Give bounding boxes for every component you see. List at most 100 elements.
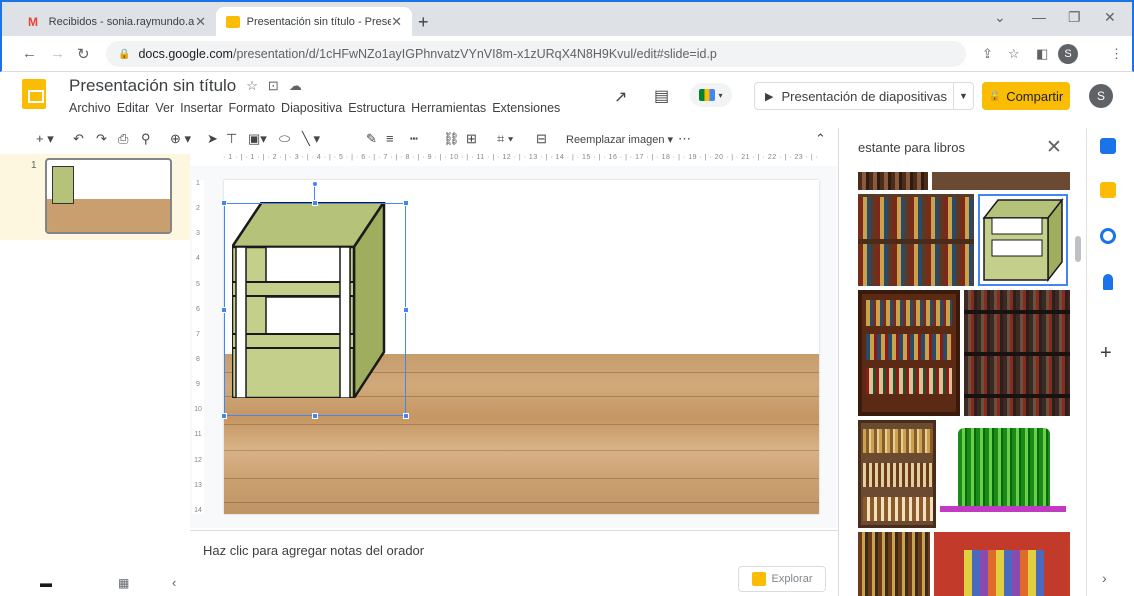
filmstrip-view-icon[interactable]: ▬ [40,576,52,590]
undo-icon[interactable]: ↶ [73,131,84,147]
close-tab-icon[interactable]: ✕ [391,14,402,30]
menu-diapositiva[interactable]: Diapositiva [281,101,342,115]
resize-handle[interactable] [221,413,227,419]
present-button[interactable]: ▶ Presentación de diapositivas ▼ [754,82,974,110]
zoom-icon[interactable]: ⊕ ▾ [170,131,191,147]
new-tab-button[interactable]: + [418,12,429,33]
search-result-image[interactable] [964,290,1070,416]
menu-editar[interactable]: Editar [117,101,150,115]
calendar-icon[interactable] [1100,138,1116,154]
url-field[interactable]: 🔒 docs.google.com /presentation/d/1cHFwN… [106,41,966,67]
side-panel-icon[interactable]: ◧ [1036,46,1048,62]
ruler-tick: 12 [194,456,202,464]
ruler-tick: 8 [196,355,200,363]
menu-formato[interactable]: Formato [229,101,276,115]
comments-icon[interactable]: ▤ [654,86,669,106]
star-icon[interactable]: ☆ [246,78,258,94]
menu-herramientas[interactable]: Herramientas [411,101,486,115]
add-addon-icon[interactable]: + [1100,342,1112,365]
share-button[interactable]: 🔒 Compartir [982,82,1070,110]
search-result-image[interactable] [858,532,930,596]
comment-add-icon[interactable]: ⊞ [466,131,477,147]
menu-bar: Archivo Editar Ver Insertar Formato Diap… [69,101,560,115]
browser-menu-icon[interactable]: ⋮ [1110,46,1123,62]
redo-icon[interactable]: ↷ [96,131,107,147]
menu-archivo[interactable]: Archivo [69,101,111,115]
resize-handle[interactable] [403,413,409,419]
user-avatar[interactable]: S [1089,84,1113,108]
link-icon[interactable]: ⛓ [443,131,460,147]
speaker-notes-placeholder[interactable]: Haz clic para agregar notas del orador [203,543,424,558]
image-options-icon[interactable]: ⊟ [536,131,547,147]
crop-icon[interactable]: ⌗ ▾ [497,131,513,147]
print-icon[interactable]: ⎙ [118,131,128,147]
menu-insertar[interactable]: Insertar [180,101,222,115]
new-slide-icon[interactable]: + ▾ [36,131,54,147]
forward-icon[interactable]: → [50,45,65,62]
close-panel-icon[interactable]: ✕ [1046,136,1062,159]
contacts-icon[interactable] [1103,274,1113,290]
search-result-image[interactable] [858,290,960,416]
collapse-toolbar-icon[interactable]: ⌃ [815,131,826,147]
meet-button[interactable]: ▾ [690,83,732,107]
shape-icon[interactable]: ⬭ [279,131,290,147]
tab-search-icon[interactable]: ⌄ [994,9,1006,26]
more-options-icon[interactable]: ⋯ [678,131,691,147]
present-dropdown-icon[interactable]: ▼ [953,83,973,109]
browser-profile-avatar[interactable]: S [1058,44,1078,64]
pencil-icon[interactable]: ✎ [366,131,377,147]
image-selection-box[interactable] [224,203,406,416]
search-result-image[interactable] [932,172,1070,190]
explore-button[interactable]: Explorar [738,566,826,592]
search-result-image[interactable] [858,172,928,190]
search-query[interactable]: estante para libros [858,140,965,155]
line-weight-icon[interactable]: ≡ [386,131,394,146]
tab-slides[interactable]: Presentación sin título - Presenta ✕ [216,7,412,36]
select-icon[interactable]: ➤ [207,131,218,147]
keep-icon[interactable] [1100,182,1116,198]
resize-handle[interactable] [312,413,318,419]
tab-title: Recibidos - sonia.raymundo.arr@ [48,15,195,28]
expand-rail-icon[interactable]: › [1102,570,1107,586]
slide-thumbnail[interactable] [45,158,172,234]
search-result-image[interactable] [934,532,1070,596]
close-tab-icon[interactable]: ✕ [195,14,206,30]
rotate-handle[interactable] [312,181,318,187]
move-folder-icon[interactable]: ⊡ [268,78,279,94]
menu-estructura[interactable]: Estructura [348,101,405,115]
line-dash-icon[interactable]: ┅ [410,131,418,147]
resize-handle[interactable] [221,200,227,206]
slides-logo-icon[interactable] [22,79,46,109]
minimize-button[interactable]: — [1032,9,1046,25]
restore-button[interactable]: ❐ [1068,9,1081,26]
search-result-image-selected[interactable] [978,194,1068,286]
resize-handle[interactable] [221,307,227,313]
replace-image-button[interactable]: Reemplazar imagen ▾ [566,133,673,146]
menu-extensiones[interactable]: Extensiones [492,101,560,115]
grid-view-icon[interactable]: ▦ [118,576,129,590]
search-result-image[interactable] [940,420,1070,528]
url-domain: docs.google.com [138,47,233,61]
resize-handle[interactable] [403,307,409,313]
paint-format-icon[interactable]: ⚲ [141,131,151,147]
reload-icon[interactable]: ↻ [77,45,90,63]
image-icon[interactable]: ▣▾ [248,131,267,147]
close-window-button[interactable]: ✕ [1104,9,1116,26]
back-icon[interactable]: ← [22,45,37,62]
menu-ver[interactable]: Ver [155,101,174,115]
line-icon[interactable]: ╲ ▾ [302,131,320,147]
cloud-status-icon[interactable]: ☁ [289,78,302,94]
tab-gmail[interactable]: M Recibidos - sonia.raymundo.arr@ ✕ [18,7,216,36]
tasks-icon[interactable] [1100,228,1116,244]
text-box-icon[interactable]: ⊤ [226,131,237,147]
panel-scrollbar[interactable] [1075,236,1081,262]
activity-trend-icon[interactable]: ↗ [614,87,627,107]
resize-handle[interactable] [312,200,318,206]
search-result-image[interactable] [858,420,936,528]
share-page-icon[interactable]: ⇪ [982,46,993,62]
document-title[interactable]: Presentación sin título [69,76,236,96]
resize-handle[interactable] [403,200,409,206]
search-result-image[interactable] [858,194,974,286]
collapse-filmstrip-icon[interactable]: ‹ [172,575,176,590]
bookmark-star-icon[interactable]: ☆ [1008,46,1020,62]
